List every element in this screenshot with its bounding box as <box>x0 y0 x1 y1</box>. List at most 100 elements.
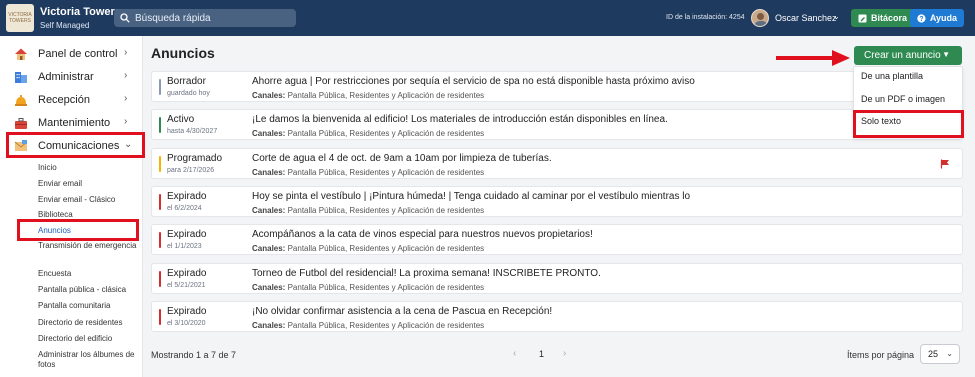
help-button-label: Ayuda <box>929 13 957 23</box>
channels-label: Canales: <box>252 282 286 292</box>
sidebar-item-reception[interactable]: Recepción › <box>0 89 143 111</box>
announcement-channels: Canales: Pantalla Pública, Residentes y … <box>252 244 484 253</box>
items-per-page-label: Ítems por página <box>847 350 915 360</box>
chevron-right-icon: › <box>124 47 128 58</box>
announcement-channels: Canales: Pantalla Pública, Residentes y … <box>252 168 484 177</box>
user-name[interactable]: Oscar Sanchez <box>775 13 837 23</box>
pencil-icon <box>858 14 867 22</box>
sidebar-subitem-public-screen-classic[interactable]: Pantalla pública - clásica <box>38 285 138 295</box>
channels-label: Canales: <box>252 129 286 139</box>
search-icon <box>120 13 130 23</box>
channels-value: Pantalla Pública, Residentes y Aplicació… <box>287 320 485 330</box>
buildings-icon <box>15 72 27 83</box>
announcement-card[interactable]: Expirado el 5/21/2021 Torneo de Futbol del… <box>151 262 963 294</box>
status-label: Borrador <box>167 76 206 87</box>
announcement-message[interactable]: Hoy se pinta el vestíbulo | ¡Pintura húm… <box>252 191 690 202</box>
channels-value: Pantalla Pública, Residentes y Aplicació… <box>287 244 485 254</box>
building-logo[interactable]: VICTORIA TOWERS <box>6 4 34 32</box>
sidebar-item-dashboard[interactable]: Panel de control › <box>0 43 143 65</box>
announcement-channels: Canales: Pantalla Pública, Residentes y … <box>252 206 484 215</box>
status-date: el 5/21/2021 <box>167 281 206 289</box>
status-label: Expirado <box>167 267 207 279</box>
status-date: para 2/17/2026 <box>167 166 215 174</box>
channels-value: Pantalla Pública, Residentes y Aplicació… <box>287 167 485 177</box>
items-per-page-select[interactable]: 25 ⌄ <box>920 344 960 364</box>
status-label: Expirado <box>167 190 207 202</box>
status-indicator <box>159 308 161 325</box>
sidebar-subitem-survey[interactable]: Encuesta <box>38 269 138 279</box>
channels-label: Canales: <box>252 244 286 254</box>
sidebar-subitem-send-email-classic[interactable]: Enviar email - Clásico <box>38 195 138 205</box>
log-button[interactable]: Bitácora <box>851 9 915 27</box>
house-icon <box>15 48 27 60</box>
channels-label: Canales: <box>252 167 286 177</box>
caret-down-icon: ▼ <box>942 50 950 59</box>
chevron-down-icon[interactable]: ⌄ <box>833 12 840 21</box>
search-input[interactable] <box>135 12 285 24</box>
prev-page-button[interactable]: ‹ <box>513 348 516 359</box>
status-date: el 6/2/2024 <box>167 204 202 212</box>
log-button-label: Bitácora <box>871 13 908 23</box>
installation-id: ID de la instalación: 4254 <box>666 14 745 21</box>
channels-label: Canales: <box>252 91 286 100</box>
annotation-highlight-text-only <box>853 110 964 138</box>
annotation-arrow-icon <box>776 50 850 66</box>
bell-icon <box>15 95 27 106</box>
sidebar-subitem-community-screen[interactable]: Pantalla comunitaria <box>38 301 138 311</box>
status-indicator <box>159 79 161 95</box>
announcement-message[interactable]: Torneo de Futbol del residencial! La pro… <box>252 268 601 279</box>
sidebar-subitem-emergency-broadcast[interactable]: Transmisión de emergencia <box>38 241 138 251</box>
sidebar-subitem-building-directory[interactable]: Directorio del edificio <box>38 334 138 344</box>
status-label: Activo <box>167 114 195 126</box>
announcement-card[interactable]: Programado para 2/17/2026 Corte de agua el… <box>151 147 963 179</box>
toolbox-icon <box>15 118 27 129</box>
help-button[interactable]: ? Ayuda <box>910 9 964 27</box>
quick-search[interactable] <box>114 9 296 27</box>
sidebar: Panel de control › Administrar › Recepci… <box>0 36 143 377</box>
menu-item-from-pdf-image[interactable]: De un PDF o imagen <box>861 94 945 104</box>
announcement-card[interactable]: Activo hasta 4/30/2027 ¡Le damos la bienve… <box>151 109 963 141</box>
announcement-card[interactable]: Borrador guardado hoy Ahorre agua | Por re… <box>151 71 963 102</box>
next-page-button[interactable]: › <box>563 348 566 359</box>
items-per-page-value: 25 <box>928 349 939 359</box>
announcement-channels: Canales: Pantalla Pública, Residentes y … <box>252 321 484 330</box>
status-label: Programado <box>167 152 223 164</box>
announcement-message[interactable]: Ahorre agua | Por restricciones por sequ… <box>252 76 695 87</box>
sidebar-item-maintenance[interactable]: Mantenimiento › <box>0 112 143 134</box>
status-label: Expirado <box>167 305 207 317</box>
page-title: Anuncios <box>151 45 215 61</box>
status-indicator <box>159 193 161 210</box>
announcement-card[interactable]: Expirado el 6/2/2024 Hoy se pinta el vestí… <box>151 185 963 217</box>
avatar[interactable] <box>751 9 769 27</box>
sidebar-item-label: Recepción <box>38 94 90 106</box>
sidebar-subitem-home[interactable]: Inicio <box>38 163 138 173</box>
announcement-message[interactable]: Acompáñanos a la cata de vinos especial … <box>252 229 593 240</box>
page-number[interactable]: 1 <box>539 349 544 359</box>
chevron-right-icon: › <box>124 116 128 127</box>
announcement-card[interactable]: Expirado el 3/10/2020 ¡No olvidar confirma… <box>151 300 963 332</box>
status-indicator <box>159 232 161 249</box>
announcement-message[interactable]: ¡Le damos la bienvenida al edificio! Los… <box>252 114 668 125</box>
status-indicator <box>159 155 161 172</box>
channels-value: Pantalla Pública, Residentes y Aplicació… <box>287 205 485 215</box>
annotation-highlight-announcements <box>17 219 139 241</box>
sidebar-item-label: Mantenimiento <box>38 117 111 129</box>
channels-label: Canales: <box>252 320 286 330</box>
sidebar-subitem-send-email[interactable]: Enviar email <box>38 179 138 189</box>
channels-label: Canales: <box>252 205 286 215</box>
announcement-message[interactable]: Corte de agua el 4 de oct. de 9am a 10am… <box>252 153 552 164</box>
org-name: Victoria Towers <box>40 6 121 18</box>
announcement-card[interactable]: Expirado el 1/1/2023 Acompáñanos a la cata… <box>151 224 963 256</box>
sidebar-item-admin[interactable]: Administrar › <box>0 66 143 88</box>
sidebar-subitem-photo-albums[interactable]: Administrar los álbumes de fotos <box>38 350 138 370</box>
channels-value: Pantalla Pública, Residentes y Aplicació… <box>287 129 485 139</box>
status-indicator <box>159 270 161 287</box>
flag-icon[interactable] <box>940 159 950 169</box>
chevron-right-icon: › <box>124 93 128 104</box>
sidebar-subitem-resident-directory[interactable]: Directorio de residentes <box>38 318 138 328</box>
menu-item-from-template[interactable]: De una plantilla <box>861 71 923 81</box>
sidebar-item-label: Panel de control <box>38 48 118 60</box>
channels-value: Pantalla Pública, Residentes y Aplicació… <box>287 91 485 100</box>
create-announcement-button[interactable]: Crear un anuncio ▼ <box>854 46 962 65</box>
announcement-message[interactable]: ¡No olvidar confirmar asistencia a la ce… <box>252 306 552 317</box>
